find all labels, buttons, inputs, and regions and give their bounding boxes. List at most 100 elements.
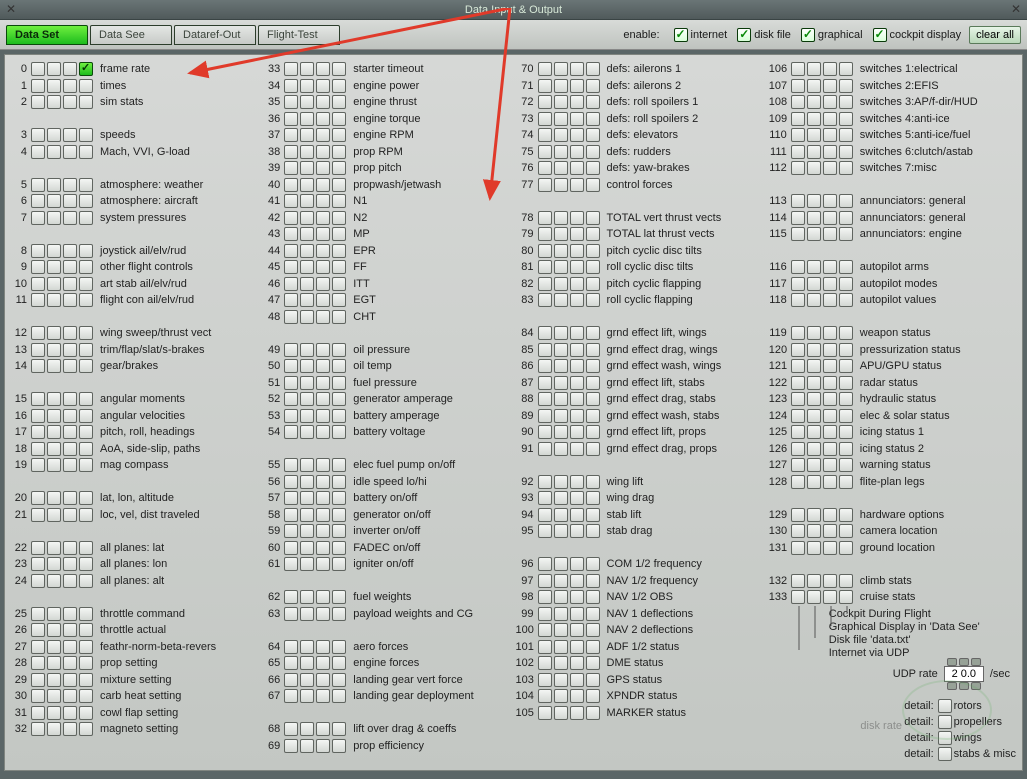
output-checkbox[interactable] xyxy=(63,244,77,258)
output-checkbox[interactable] xyxy=(63,326,77,340)
output-checkbox[interactable] xyxy=(839,392,853,406)
output-checkbox[interactable] xyxy=(63,508,77,522)
output-checkbox[interactable] xyxy=(332,590,346,604)
output-checkbox[interactable] xyxy=(538,112,552,126)
output-checkbox[interactable] xyxy=(538,392,552,406)
output-checkbox[interactable] xyxy=(586,343,600,357)
output-checkbox[interactable] xyxy=(316,590,330,604)
output-checkbox[interactable] xyxy=(538,607,552,621)
output-checkbox[interactable] xyxy=(839,95,853,109)
output-checkbox[interactable] xyxy=(332,112,346,126)
output-checkbox[interactable] xyxy=(538,508,552,522)
output-checkbox[interactable] xyxy=(300,541,314,555)
output-checkbox[interactable] xyxy=(31,392,45,406)
output-checkbox[interactable] xyxy=(79,541,93,555)
output-checkbox[interactable] xyxy=(332,161,346,175)
output-checkbox[interactable] xyxy=(79,244,93,258)
output-checkbox[interactable] xyxy=(823,359,837,373)
output-checkbox[interactable] xyxy=(47,574,61,588)
output-checkbox[interactable] xyxy=(538,706,552,720)
output-checkbox[interactable] xyxy=(332,425,346,439)
output-checkbox[interactable] xyxy=(300,310,314,324)
output-checkbox[interactable] xyxy=(47,178,61,192)
output-checkbox[interactable] xyxy=(47,640,61,654)
output-checkbox[interactable] xyxy=(316,95,330,109)
output-checkbox[interactable] xyxy=(300,95,314,109)
output-checkbox[interactable] xyxy=(570,623,584,637)
output-checkbox[interactable] xyxy=(332,557,346,571)
output-checkbox[interactable] xyxy=(570,211,584,225)
output-checkbox[interactable] xyxy=(300,590,314,604)
output-checkbox[interactable] xyxy=(332,194,346,208)
output-checkbox[interactable] xyxy=(839,293,853,307)
output-checkbox[interactable] xyxy=(63,211,77,225)
output-checkbox[interactable] xyxy=(538,425,552,439)
output-checkbox[interactable] xyxy=(47,458,61,472)
output-checkbox[interactable] xyxy=(31,343,45,357)
output-checkbox[interactable] xyxy=(791,590,805,604)
output-checkbox[interactable] xyxy=(807,145,821,159)
output-checkbox[interactable] xyxy=(300,79,314,93)
output-checkbox[interactable] xyxy=(31,722,45,736)
output-checkbox[interactable] xyxy=(807,79,821,93)
output-checkbox[interactable] xyxy=(586,557,600,571)
output-checkbox[interactable] xyxy=(586,178,600,192)
output-checkbox[interactable] xyxy=(63,260,77,274)
output-checkbox[interactable] xyxy=(538,409,552,423)
output-checkbox[interactable] xyxy=(807,343,821,357)
output-checkbox[interactable] xyxy=(47,722,61,736)
output-checkbox[interactable] xyxy=(586,376,600,390)
output-checkbox[interactable] xyxy=(284,590,298,604)
output-checkbox[interactable] xyxy=(31,458,45,472)
output-checkbox[interactable] xyxy=(570,244,584,258)
output-checkbox[interactable] xyxy=(554,640,568,654)
output-checkbox[interactable] xyxy=(823,211,837,225)
output-checkbox[interactable] xyxy=(554,161,568,175)
output-checkbox[interactable] xyxy=(807,161,821,175)
output-checkbox[interactable] xyxy=(839,62,853,76)
output-checkbox[interactable] xyxy=(823,409,837,423)
output-checkbox[interactable] xyxy=(300,293,314,307)
output-checkbox[interactable] xyxy=(839,227,853,241)
output-checkbox[interactable] xyxy=(554,442,568,456)
output-checkbox[interactable] xyxy=(586,326,600,340)
output-checkbox[interactable] xyxy=(823,458,837,472)
output-checkbox[interactable] xyxy=(300,458,314,472)
output-checkbox[interactable] xyxy=(807,376,821,390)
output-checkbox[interactable] xyxy=(284,79,298,93)
output-checkbox[interactable] xyxy=(316,475,330,489)
output-checkbox[interactable] xyxy=(839,326,853,340)
output-checkbox[interactable] xyxy=(332,640,346,654)
output-checkbox[interactable] xyxy=(284,640,298,654)
tab-flight-test[interactable]: Flight-Test xyxy=(258,25,340,45)
output-checkbox[interactable] xyxy=(586,62,600,76)
output-checkbox[interactable] xyxy=(839,161,853,175)
spinner-up[interactable] xyxy=(959,658,969,666)
output-checkbox[interactable] xyxy=(538,640,552,654)
enable-checkbox[interactable] xyxy=(873,28,887,42)
output-checkbox[interactable] xyxy=(31,409,45,423)
output-checkbox[interactable] xyxy=(31,326,45,340)
output-checkbox[interactable] xyxy=(570,95,584,109)
output-checkbox[interactable] xyxy=(570,161,584,175)
output-checkbox[interactable] xyxy=(791,475,805,489)
tab-dataref-out[interactable]: Dataref-Out xyxy=(174,25,256,45)
output-checkbox[interactable] xyxy=(538,145,552,159)
output-checkbox[interactable] xyxy=(284,656,298,670)
output-checkbox[interactable] xyxy=(807,277,821,291)
output-checkbox[interactable] xyxy=(554,178,568,192)
output-checkbox[interactable] xyxy=(570,640,584,654)
output-checkbox[interactable] xyxy=(47,409,61,423)
output-checkbox[interactable] xyxy=(63,722,77,736)
output-checkbox[interactable] xyxy=(63,79,77,93)
output-checkbox[interactable] xyxy=(791,524,805,538)
output-checkbox[interactable] xyxy=(332,145,346,159)
output-checkbox[interactable] xyxy=(570,590,584,604)
output-checkbox[interactable] xyxy=(332,227,346,241)
output-checkbox[interactable] xyxy=(63,557,77,571)
output-checkbox[interactable] xyxy=(538,623,552,637)
output-checkbox[interactable] xyxy=(823,112,837,126)
output-checkbox[interactable] xyxy=(31,244,45,258)
output-checkbox[interactable] xyxy=(31,178,45,192)
output-checkbox[interactable] xyxy=(570,508,584,522)
